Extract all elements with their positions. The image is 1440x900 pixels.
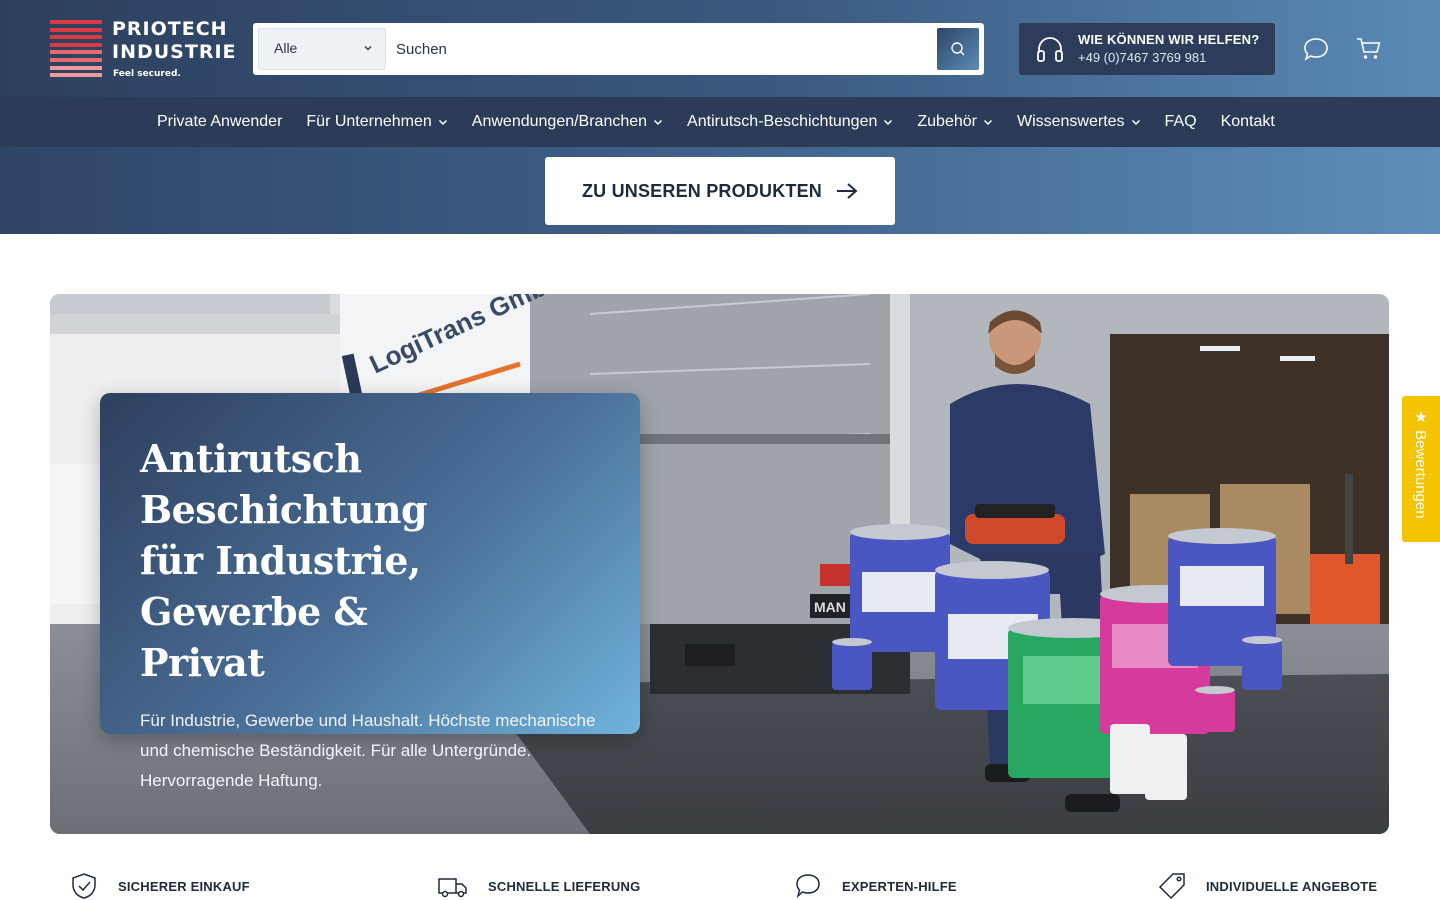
chevron-down-icon [438,119,447,126]
search-icon [951,42,965,56]
chat-icon [796,874,820,899]
main-nav: Private Anwender Für Unternehmen Anwendung… [0,97,1440,147]
feature-fast-delivery: SCHNELLE LIEFERUNG [438,872,640,900]
hero-text-card: Antirutsch Beschichtung für Industrie, G… [100,393,640,790]
chevron-down-icon [884,119,893,126]
nav-item-kontakt[interactable]: Kontakt [1221,113,1275,131]
svg-text:MAN: MAN [814,599,846,615]
logo-mark [50,20,102,78]
nav-item-anwendungen-branchen[interactable]: Anwendungen/Branchen [472,113,663,131]
nav-item-faq[interactable]: FAQ [1165,113,1197,131]
tag-icon [1158,873,1185,900]
headset-icon [1037,37,1063,62]
chevron-down-icon [983,119,992,126]
chat-icon[interactable] [1303,37,1329,61]
shield-icon [72,873,96,899]
chevron-down-icon [364,46,372,51]
arrow-right-icon [837,183,858,199]
hero-title: Antirutsch Beschichtung für Industrie, G… [140,436,428,685]
nav-item-wissenswertes[interactable]: Wissenswertes [1017,113,1141,131]
help-phone[interactable]: +49 (0)7467 3769 981 [1078,50,1206,65]
logo[interactable]: PRIOTECH INDUSTRIE Feel secured. [50,18,236,80]
search-input[interactable] [396,28,926,70]
logo-tagline: Feel secured. [113,69,181,79]
help-title: WIE KÖNNEN WIR HELFEN? [1078,32,1260,47]
search-button[interactable] [937,28,979,70]
site-header: PRIOTECH INDUSTRIE Feel secured. Alle WI… [0,0,1440,97]
hero-banner: LogiTrans GmbH MAN Antirutsch Beschichtu… [50,294,1389,834]
logo-text: PRIOTECH INDUSTRIE [112,18,237,63]
feature-secure-shopping: SICHERER EINKAUF [70,872,250,900]
nav-item-antirutsch-beschichtungen[interactable]: Antirutsch-Beschichtungen [687,113,893,131]
chevron-down-icon [654,119,663,126]
chevron-down-icon [1131,119,1140,126]
cart-icon[interactable] [1356,37,1382,61]
nav-item-zubehör[interactable]: Zubehör [917,113,993,131]
feature-expert-help: EXPERTEN-HILFE [794,872,957,900]
promo-strip: ZU UNSEREN PRODUKTEN [0,147,1440,234]
truck-icon [438,878,467,898]
search-bar: Alle [253,23,984,75]
hero-description: Für Industrie, Gewerbe und Haushalt. Höc… [140,711,596,790]
search-category-select[interactable]: Alle [258,28,386,70]
nav-item-für-unternehmen[interactable]: Für Unternehmen [306,113,447,131]
search-category-value: Alle [274,40,298,56]
reviews-tab[interactable]: ★ Bewertungen [1402,396,1440,542]
nav-item-private-anwender[interactable]: Private Anwender [157,113,282,131]
feature-individual-offers: INDIVIDUELLE ANGEBOTE [1158,872,1377,900]
products-cta-button[interactable]: ZU UNSEREN PRODUKTEN [545,157,895,225]
help-contact-box[interactable]: WIE KÖNNEN WIR HELFEN? +49 (0)7467 3769 … [1019,23,1275,75]
